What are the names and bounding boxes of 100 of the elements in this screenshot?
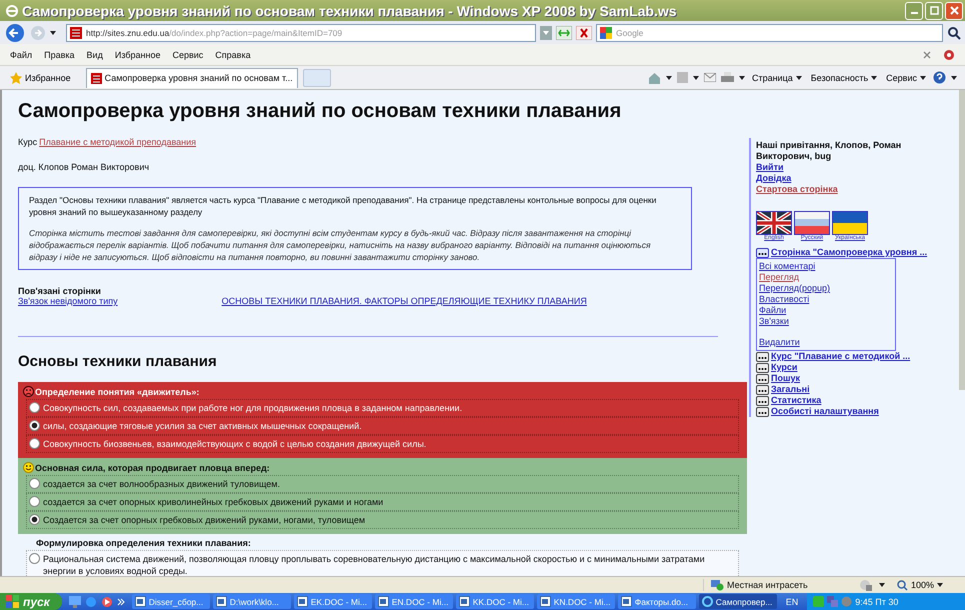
- command-button[interactable]: Сервис: [884, 70, 928, 84]
- sidebar-menu-link[interactable]: Сторінка "Самопроверка уровня ...: [771, 247, 928, 258]
- taskbar-button[interactable]: Disser_сбор...: [132, 594, 210, 609]
- sidebar-menu-link[interactable]: Пошук: [771, 373, 800, 384]
- document-icon: [134, 596, 146, 607]
- mail-icon[interactable]: [704, 73, 716, 82]
- dots-icon: [758, 366, 767, 370]
- answer-option: Совокупность сил, создаваемых при работе ног для продвижения пловца в заданном направлении.: [43, 402, 462, 414]
- expand-button[interactable]: [756, 352, 769, 362]
- stop-button[interactable]: [576, 26, 592, 40]
- radio-button[interactable]: [29, 478, 40, 489]
- menu-item[interactable]: Сервис: [172, 50, 204, 60]
- sidebar-link[interactable]: Вийти: [756, 162, 939, 173]
- caret-icon: [796, 76, 802, 80]
- close-icon: [950, 6, 958, 15]
- radio-button[interactable]: [29, 420, 40, 431]
- caret-icon[interactable]: [666, 76, 672, 80]
- menu-item[interactable]: Правка: [44, 50, 75, 60]
- sidebar-menu-link[interactable]: Курси: [771, 362, 798, 373]
- address-field[interactable]: http://sites.znu.edu.ua/do/index.php?action=page/main&ItemID=709: [66, 24, 536, 42]
- chevron-icon[interactable]: [116, 598, 125, 606]
- sidebar-menu-link[interactable]: Загальні: [771, 384, 810, 395]
- taskbar-button[interactable]: KK.DOC - Mi...: [456, 594, 534, 609]
- refresh-button[interactable]: [556, 26, 572, 40]
- caret-icon: [920, 76, 926, 80]
- caret-icon[interactable]: [692, 76, 699, 80]
- document-icon: [458, 596, 470, 607]
- help-icon[interactable]: [933, 71, 946, 84]
- scrollbar[interactable]: [959, 90, 965, 390]
- answer-option: силы, создающие тяговые усилия за счет активных мышечных сокращений.: [43, 420, 362, 432]
- sidebar-menu-link[interactable]: Статистика: [771, 395, 822, 406]
- dots-icon: [758, 410, 767, 414]
- submenu-link[interactable]: Перегляд: [759, 272, 893, 283]
- search-icon[interactable]: [947, 26, 961, 40]
- toolbar-addon-icon[interactable]: [943, 48, 955, 60]
- browser-tab[interactable]: Самопроверка уровня знаний по основам т...: [86, 68, 298, 88]
- expand-button[interactable]: [756, 362, 769, 372]
- submenu-link[interactable]: Властивості: [759, 294, 893, 305]
- caret-icon[interactable]: [738, 76, 745, 80]
- back-button[interactable]: [4, 22, 26, 42]
- related-link[interactable]: Зв'язок невідомого типу: [18, 296, 118, 306]
- taskbar-button[interactable]: Факторы.do...: [618, 594, 696, 609]
- radio-button[interactable]: [29, 402, 40, 413]
- menu-item[interactable]: Справка: [215, 50, 251, 60]
- radio-button[interactable]: [29, 553, 40, 564]
- minimize-button[interactable]: [905, 2, 923, 20]
- dropdown-caret-icon[interactable]: [50, 30, 56, 34]
- media-player-icon[interactable]: [100, 596, 113, 608]
- submenu-link[interactable]: Файли: [759, 305, 893, 316]
- submenu-link[interactable]: Перегляд(popup): [759, 283, 893, 294]
- page-title: Самопроверка уровня знаний по основам техники плавания: [18, 100, 622, 123]
- caret-icon[interactable]: [878, 583, 885, 587]
- language-indicator[interactable]: EN: [780, 596, 804, 606]
- question-text: Основная сила, которая продвигает пловца вперед:: [35, 462, 270, 472]
- search-field[interactable]: Google: [596, 24, 943, 42]
- answer-option: Совокупность биозвеньев, взаимодействующих с водой с целью создания движущей силы.: [43, 438, 426, 450]
- related-link[interactable]: ОСНОВЫ ТЕХНИКИ ПЛАВАНИЯ. ФАКТОРЫ ОПРЕДЕЛЯЮЩИЕ ТЕХНИКУ ПЛАВАНИЯ: [222, 296, 587, 306]
- taskbar-button[interactable]: EK.DOC - Mi...: [294, 594, 372, 609]
- radio-button[interactable]: [29, 496, 40, 507]
- printer-icon[interactable]: [720, 72, 734, 84]
- submenu-link[interactable]: Всі коментарі: [759, 261, 893, 272]
- expand-button[interactable]: [756, 384, 769, 394]
- sidebar-menu-link[interactable]: Курс "Плавание с методикой ...: [771, 351, 910, 362]
- caret-icon[interactable]: [951, 76, 957, 80]
- expand-button[interactable]: [756, 406, 769, 416]
- command-button[interactable]: Страница: [750, 70, 804, 84]
- sidebar-link[interactable]: Стартова сторінка: [756, 184, 939, 195]
- expand-button[interactable]: [756, 396, 769, 406]
- document-icon: [620, 596, 632, 607]
- taskbar-button[interactable]: KN.DOC - Mi...: [536, 594, 615, 609]
- sidebar-menu-link[interactable]: Особисті налаштування: [771, 406, 879, 417]
- flag-icon[interactable]: [832, 211, 868, 235]
- sidebar-link[interactable]: Довідка: [756, 173, 939, 184]
- menu-item[interactable]: Вид: [86, 50, 103, 60]
- start-button[interactable]: пуск: [0, 593, 62, 610]
- menu-item[interactable]: Файл: [10, 50, 32, 60]
- document-icon: [216, 596, 227, 607]
- zoom-button[interactable]: 100%: [890, 578, 949, 592]
- flag-icon[interactable]: [794, 211, 830, 235]
- expand-button[interactable]: [756, 374, 769, 384]
- radio-button[interactable]: [29, 438, 40, 449]
- maximize-button[interactable]: [925, 2, 943, 20]
- radio-button[interactable]: [29, 514, 40, 525]
- description-text: Раздел "Основы техники плавания" является часть курса "Плавание с методикой преподавания". На странице представлены контольные вопросы для оценки уровня знаний по вышеуказанному разделу: [29, 194, 658, 218]
- flag-icon[interactable]: [756, 211, 792, 235]
- answer-option: создается за счет опорных криволинейных гребковых движений руками и ногами: [43, 496, 384, 508]
- zoom-icon: [896, 580, 908, 590]
- expand-button[interactable]: [756, 248, 769, 258]
- menu-item[interactable]: Избранное: [114, 50, 160, 60]
- close-icon[interactable]: [923, 50, 931, 58]
- favorites-button[interactable]: Избранное: [8, 70, 73, 86]
- command-button[interactable]: Безопасность: [808, 70, 880, 84]
- close-button[interactable]: [945, 2, 963, 20]
- submenu-link[interactable]: Зв'язки: [759, 316, 893, 327]
- network-icon: [710, 579, 724, 591]
- taskbar-button[interactable]: Самопровер...: [698, 594, 777, 609]
- taskbar-button[interactable]: D:\work\klo...: [212, 594, 291, 609]
- course-link[interactable]: Плавание с методикой преподавания: [39, 137, 196, 147]
- submenu-link[interactable]: Видалити: [759, 337, 893, 348]
- taskbar-button[interactable]: EN.DOC - Mi...: [374, 594, 453, 609]
